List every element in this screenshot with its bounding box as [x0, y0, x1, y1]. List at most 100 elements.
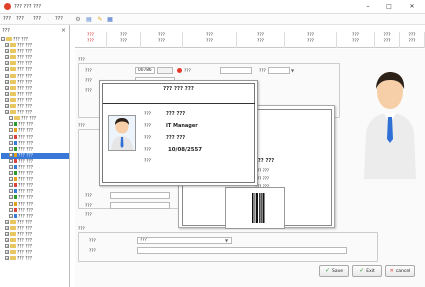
expand-toggle-icon[interactable]: − [9, 195, 13, 200]
tree-item-label: ??? ??? [17, 98, 33, 104]
expand-toggle-icon[interactable]: − [9, 183, 13, 188]
expand-toggle-icon[interactable]: − [9, 164, 13, 169]
expand-toggle-icon[interactable]: − [9, 201, 13, 206]
expand-toggle-icon[interactable]: + [5, 232, 9, 236]
tab-8[interactable]: ?????? [375, 32, 400, 48]
folder-icon [14, 116, 20, 121]
select-label: ??? [89, 239, 96, 244]
field-label: ??? [85, 194, 92, 199]
expand-toggle-icon[interactable]: + [5, 73, 9, 78]
close-button[interactable]: ✕ [404, 1, 420, 12]
document-icon [14, 207, 17, 212]
tree-item-label: ??? ??? [17, 232, 33, 238]
expand-toggle-icon[interactable]: + [5, 110, 9, 115]
id-card-front: ??? ??? ??? ??? ??? ??? ??? IT Manager ?… [99, 80, 258, 186]
expand-toggle-icon[interactable]: + [5, 104, 9, 109]
id-suffix-field[interactable] [157, 67, 173, 74]
tree-view: −??? ??? +??? ??? +??? ??? +??? ??? +??? ???… [1, 37, 69, 262]
expand-toggle-icon[interactable]: + [5, 43, 9, 48]
menu-item-1[interactable]: ??? [3, 16, 11, 22]
expand-toggle-icon[interactable]: + [5, 244, 9, 249]
expand-toggle-icon[interactable]: − [9, 177, 13, 182]
folder-icon [6, 37, 12, 41]
minimize-button[interactable]: – [360, 1, 376, 12]
tree-item[interactable]: + ??? ??? [1, 256, 69, 262]
tab-6[interactable]: ?????? [285, 32, 337, 48]
tree-item-label: ??? ??? [17, 244, 33, 250]
expand-toggle-icon[interactable]: − [9, 207, 13, 212]
id-label: ??? [85, 69, 92, 74]
field-input[interactable] [220, 67, 252, 74]
cancel-button[interactable]: ✕ cancel [385, 265, 415, 277]
menu-item-3[interactable]: ??? [33, 16, 41, 22]
expand-toggle-icon[interactable]: − [9, 158, 13, 163]
chevron-down-icon[interactable]: ▼ [225, 238, 228, 243]
document-icon [14, 128, 17, 133]
tree-item-label: ??? ??? [17, 104, 33, 110]
tab-7[interactable]: ?????? [337, 32, 375, 48]
menu-item-2[interactable]: ??? [16, 16, 24, 22]
grid-icon[interactable]: ▦ [106, 16, 114, 23]
expand-toggle-icon[interactable]: + [5, 61, 9, 66]
tab-9[interactable]: ?????? [400, 32, 425, 48]
tab-2[interactable]: ?????? [107, 32, 141, 48]
field-input[interactable] [137, 247, 347, 254]
exit-button[interactable]: ✓ Exit [352, 265, 382, 277]
tree-item-label: ??? ??? [18, 214, 34, 220]
expand-toggle-icon[interactable]: + [5, 55, 9, 60]
expand-toggle-icon[interactable]: − [9, 122, 13, 127]
expand-toggle-icon[interactable]: + [5, 225, 9, 230]
expand-toggle-icon[interactable]: − [9, 140, 13, 145]
tab-3[interactable]: ?????? [141, 32, 183, 48]
expand-toggle-icon[interactable]: − [9, 116, 13, 121]
expand-toggle-icon[interactable]: − [9, 134, 13, 139]
expand-toggle-icon[interactable]: − [9, 189, 13, 194]
expand-toggle-icon[interactable]: + [5, 256, 9, 261]
expand-toggle-icon[interactable]: + [5, 219, 9, 224]
tab-1[interactable]: ?????? [75, 32, 107, 48]
tab-4[interactable]: ?????? [183, 32, 237, 48]
pencil-icon[interactable]: ✎ [96, 16, 104, 23]
id-field[interactable]: 00786 [135, 67, 155, 74]
expand-toggle-icon[interactable]: − [9, 171, 13, 176]
expand-toggle-icon[interactable]: + [5, 79, 9, 84]
field-input[interactable] [110, 202, 170, 209]
tree-item-label: ??? ??? [18, 128, 34, 134]
document-icon [14, 152, 17, 157]
tab-label-bottom: ??? [257, 39, 264, 44]
select-field[interactable]: ??? [137, 237, 232, 244]
tree-item-label: ??? ??? [18, 202, 34, 208]
expand-toggle-icon[interactable]: + [5, 250, 9, 255]
save-button[interactable]: ✓ Save [319, 265, 349, 277]
expand-toggle-icon[interactable]: − [1, 37, 5, 41]
expand-toggle-icon[interactable]: − [9, 213, 13, 218]
maximize-button[interactable]: □ [381, 1, 397, 12]
expand-toggle-icon[interactable]: + [5, 67, 9, 72]
select-field[interactable] [268, 67, 290, 74]
card-label: ??? [144, 148, 151, 153]
settings-icon[interactable]: ⚙ [74, 16, 82, 23]
expand-toggle-icon[interactable]: + [5, 49, 9, 54]
expand-toggle-icon[interactable]: + [5, 97, 9, 102]
expand-toggle-icon[interactable]: − [9, 146, 13, 151]
document-icon[interactable]: ▤ [85, 16, 93, 23]
tab-5[interactable]: ?????? [237, 32, 285, 48]
expand-toggle-icon[interactable]: + [5, 91, 9, 96]
expand-toggle-icon[interactable]: + [5, 238, 9, 243]
tree-item-label: ??? ??? [18, 208, 34, 214]
expand-toggle-icon[interactable]: − [9, 128, 13, 133]
menu-item-4[interactable]: ??? [55, 16, 63, 22]
folder-icon [10, 104, 16, 109]
document-icon [14, 164, 17, 169]
tree-item-label: ??? ??? [17, 61, 33, 67]
tab-label-bottom: ??? [408, 39, 416, 44]
expand-toggle-icon[interactable]: + [5, 85, 9, 90]
field-input[interactable] [110, 192, 170, 199]
sidebar-close-icon[interactable]: × [61, 27, 66, 34]
required-dot-icon [177, 68, 182, 73]
card-label: ??? [144, 124, 151, 129]
chevron-down-icon[interactable]: ▼ [291, 68, 294, 73]
expand-toggle-icon[interactable]: − [9, 152, 13, 157]
document-icon [14, 122, 17, 127]
card-divider [103, 103, 255, 104]
